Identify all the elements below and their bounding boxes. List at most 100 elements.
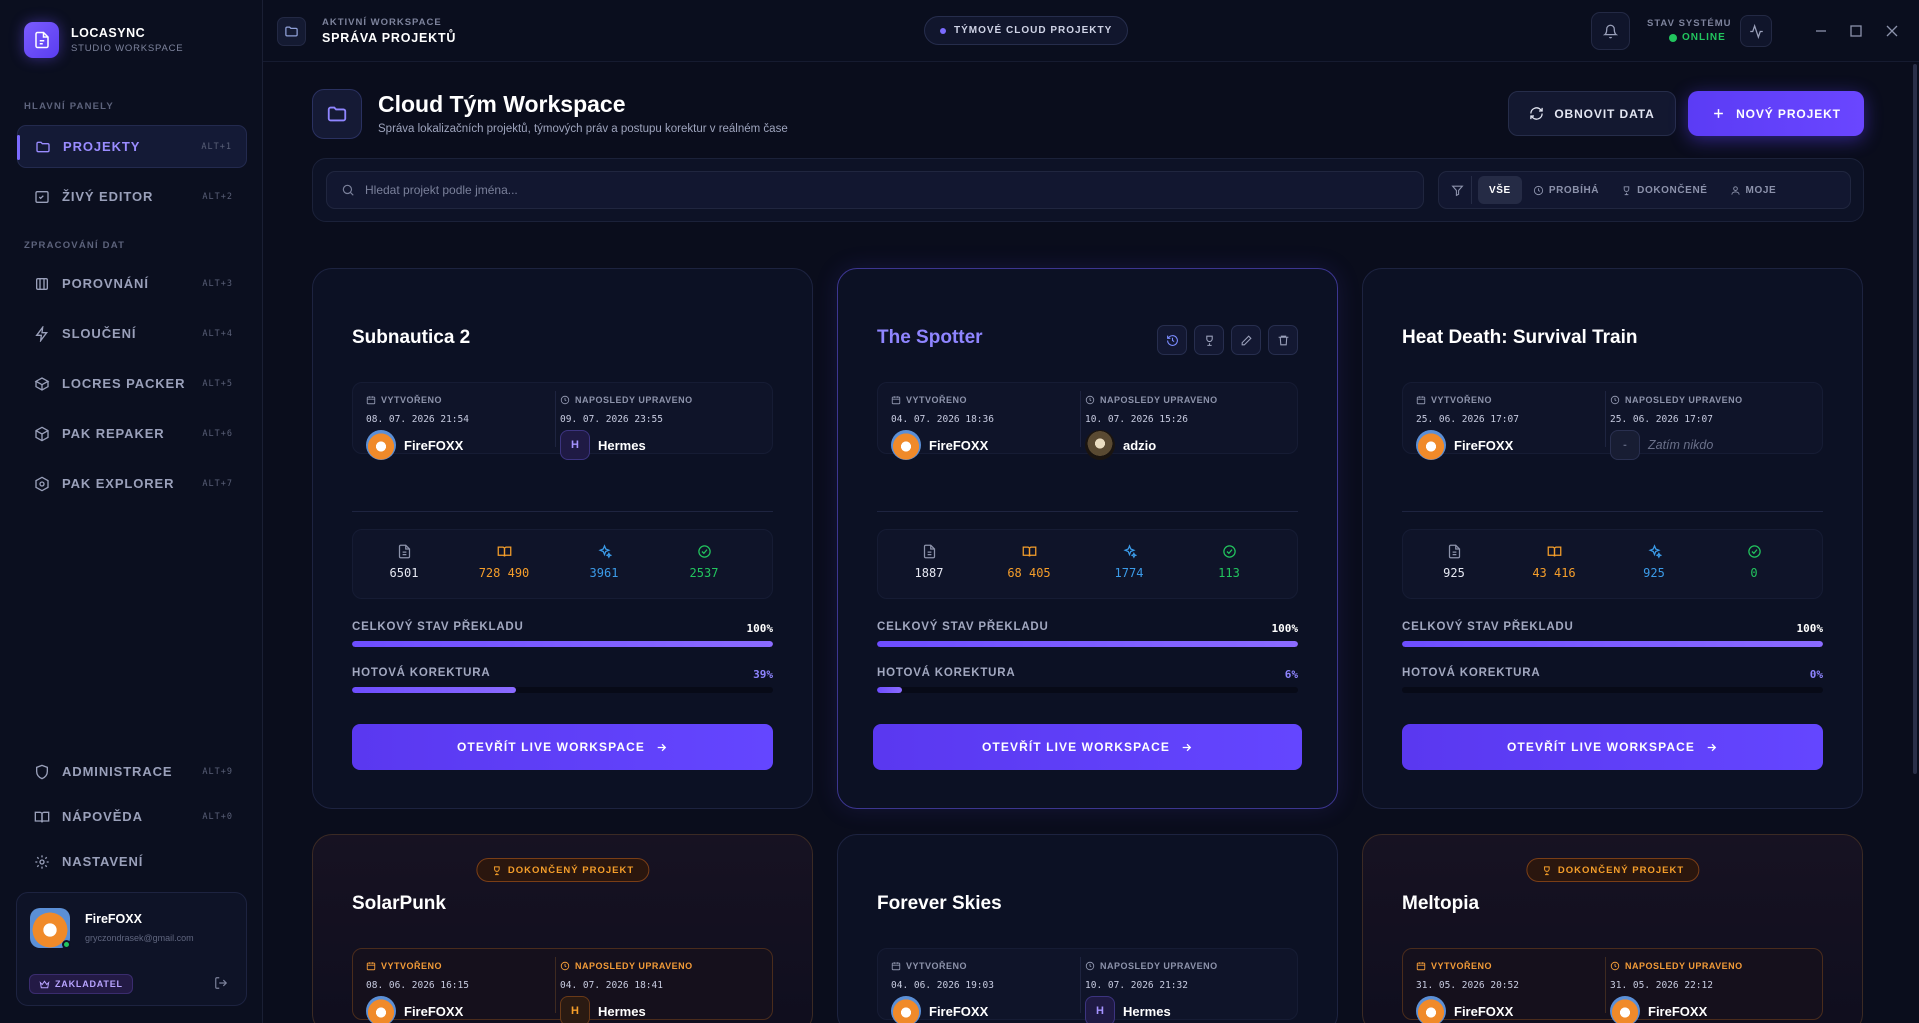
calendar-icon [366, 962, 376, 971]
project-card[interactable]: DOKONČENÝ PROJEKT SolarPunk VYTVOŘENO 08.… [312, 834, 813, 1023]
close-icon [1886, 25, 1898, 37]
created-label-text: VYTVOŘENO [1431, 961, 1493, 971]
check-circle-icon [1222, 544, 1236, 558]
delete-button[interactable] [1268, 325, 1298, 355]
sidebar-item-label: NÁPOVĚDA [62, 809, 143, 824]
stat-item: 43 416 [1504, 542, 1604, 580]
created-label-text: VYTVOŘENO [381, 961, 443, 971]
scrollbar[interactable] [1913, 64, 1917, 774]
project-meta: VYTVOŘENO 04. 07. 2026 18:36 FireFOXX NA… [877, 382, 1298, 460]
pill-dot [940, 27, 946, 34]
proof-progress-label: HOTOVÁ KOREKTURA [352, 667, 491, 679]
updated-date: 10. 07. 2026 21:32 [1085, 980, 1188, 991]
project-title[interactable]: Meltopia [1402, 893, 1479, 915]
project-card[interactable]: Subnautica 2 VYTVOŘENO 08. 07. 2026 21:5… [312, 268, 813, 809]
compare-icon [33, 275, 51, 293]
edit-button[interactable] [1231, 325, 1261, 355]
logout-icon[interactable] [214, 976, 230, 992]
maximize-button[interactable] [1847, 22, 1865, 40]
created-date: 31. 05. 2026 20:52 [1416, 980, 1519, 991]
sidebar-item-slouceni[interactable]: SLOUČENÍ ALT+4 [17, 312, 247, 355]
avatar [891, 996, 921, 1023]
filter-icon[interactable] [1444, 176, 1472, 204]
updated-label-text: NAPOSLEDY UPRAVENO [575, 961, 693, 971]
new-project-button[interactable]: NOVÝ PROJEKT [1688, 91, 1864, 136]
sparkles-icon [597, 543, 612, 559]
workspace-folder-icon [277, 17, 306, 46]
search-input[interactable] [365, 183, 1365, 197]
created-col: VYTVOŘENO 08. 07. 2026 21:54 FireFOXX [366, 383, 566, 460]
notifications-button[interactable] [1591, 12, 1630, 50]
project-title[interactable]: Subnautica 2 [352, 327, 470, 349]
created-by-user: FireFOXX [366, 430, 463, 460]
project-card[interactable]: The Spotter VYTVOŘENO 04. 07. 2026 18:36… [837, 268, 1338, 809]
meta-divider [1605, 391, 1606, 447]
project-card[interactable]: DOKONČENÝ PROJEKT Meltopia VYTVOŘENO 31. … [1362, 834, 1863, 1023]
updated-label: NAPOSLEDY UPRAVENO [1085, 961, 1218, 971]
sidebar-item-label: PAK EXPLORER [62, 476, 175, 491]
updated-by-user: adzio [1085, 430, 1156, 460]
stat-item: 925 [1604, 542, 1704, 580]
sidebar-item-projekty[interactable]: PROJEKTY ALT+1 [17, 125, 247, 168]
open-button-label: OTEVŘÍT LIVE WORKSPACE [982, 740, 1170, 754]
activity-icon [1749, 23, 1763, 39]
sidebar-item-porovnani[interactable]: POROVNÁNÍ ALT+3 [17, 262, 247, 305]
open-live-workspace-button[interactable]: OTEVŘÍT LIVE WORKSPACE [352, 724, 773, 770]
refresh-data-button[interactable]: OBNOVIT DATA [1508, 91, 1676, 136]
sidebar-item-pak-explorer[interactable]: PAK EXPLORER ALT+7 [17, 462, 247, 505]
project-stats: 925 43 416 925 0 [1402, 529, 1823, 599]
user-card[interactable]: FireFOXX gryczondrasek@gmail.com ZAKLADA… [16, 892, 247, 1006]
stat-value: 2537 [689, 566, 719, 580]
tab-probiha[interactable]: PROBÍHÁ [1522, 176, 1610, 204]
updated-label-text: NAPOSLEDY UPRAVENO [1100, 961, 1218, 971]
project-card[interactable]: Heat Death: Survival Train VYTVOŘENO 25.… [1362, 268, 1863, 809]
close-button[interactable] [1883, 22, 1901, 40]
project-title[interactable]: Heat Death: Survival Train [1402, 327, 1637, 349]
avatar [366, 430, 396, 460]
project-title[interactable]: The Spotter [877, 327, 983, 349]
cloud-projects-pill[interactable]: TÝMOVÉ CLOUD PROJEKTY [924, 16, 1129, 45]
tab-moje[interactable]: MOJE [1719, 176, 1788, 204]
project-card[interactable]: Forever Skies VYTVOŘENO 04. 06. 2026 19:… [837, 834, 1338, 1023]
folder-icon [34, 138, 52, 156]
history-button[interactable] [1157, 325, 1187, 355]
app-subtitle: STUDIO WORKSPACE [71, 43, 184, 54]
project-title[interactable]: SolarPunk [352, 893, 446, 915]
created-label: VYTVOŘENO [1416, 395, 1492, 405]
sidebar-item-zivy-editor[interactable]: ŽIVÝ EDITOR ALT+2 [17, 175, 247, 218]
updated-label: NAPOSLEDY UPRAVENO [1610, 395, 1743, 405]
updated-by-user: - Zatím nikdo [1610, 430, 1713, 460]
sidebar-item-locres-packer[interactable]: LOCRES PACKER ALT+5 [17, 362, 247, 405]
open-live-workspace-button[interactable]: OTEVŘÍT LIVE WORKSPACE [1402, 724, 1823, 770]
minimize-button[interactable] [1812, 22, 1830, 40]
tab-label: PROBÍHÁ [1548, 184, 1600, 196]
created-date: 08. 06. 2026 16:15 [366, 980, 469, 991]
search-box[interactable] [326, 171, 1424, 209]
sidebar-item-label: ADMINISTRACE [62, 764, 173, 779]
sidebar-item-nastaveni[interactable]: NASTAVENÍ [17, 840, 247, 883]
project-meta: VYTVOŘENO 08. 06. 2026 16:15 FireFOXX NA… [352, 948, 773, 1023]
file-icon [1448, 544, 1460, 558]
tab-label: DOKONČENÉ [1637, 184, 1708, 196]
updated-by-user: H Hermes [560, 430, 646, 460]
total-progress-bar [352, 641, 773, 647]
sidebar-item-napoveda[interactable]: NÁPOVĚDA ALT+0 [17, 795, 247, 838]
activity-button[interactable] [1740, 15, 1772, 47]
sidebar-item-administrace[interactable]: ADMINISTRACE ALT+9 [17, 750, 247, 793]
project-meta: VYTVOŘENO 08. 07. 2026 21:54 FireFOXX NA… [352, 382, 773, 460]
tab-dokoncene[interactable]: DOKONČENÉ [1610, 176, 1718, 204]
sidebar: LOCASYNC STUDIO WORKSPACE HLAVNÍ PANELY … [0, 0, 263, 1023]
online-status-dot [62, 940, 71, 949]
created-label: VYTVOŘENO [891, 961, 967, 971]
open-live-workspace-button[interactable]: OTEVŘÍT LIVE WORKSPACE [873, 724, 1302, 770]
tab-vse[interactable]: VŠE [1478, 176, 1522, 204]
sidebar-item-pak-repaker[interactable]: PAK REPAKER ALT+6 [17, 412, 247, 455]
stat-value: 6501 [389, 566, 419, 580]
updated-label: NAPOSLEDY UPRAVENO [1610, 961, 1743, 971]
complete-button[interactable] [1194, 325, 1224, 355]
user-icon [1730, 185, 1740, 195]
created-col: VYTVOŘENO 25. 06. 2026 17:07 FireFOXX [1416, 383, 1616, 460]
check-circle-icon [697, 544, 711, 558]
project-title[interactable]: Forever Skies [877, 893, 1002, 915]
updated-by-user: H Hermes [1085, 996, 1171, 1023]
